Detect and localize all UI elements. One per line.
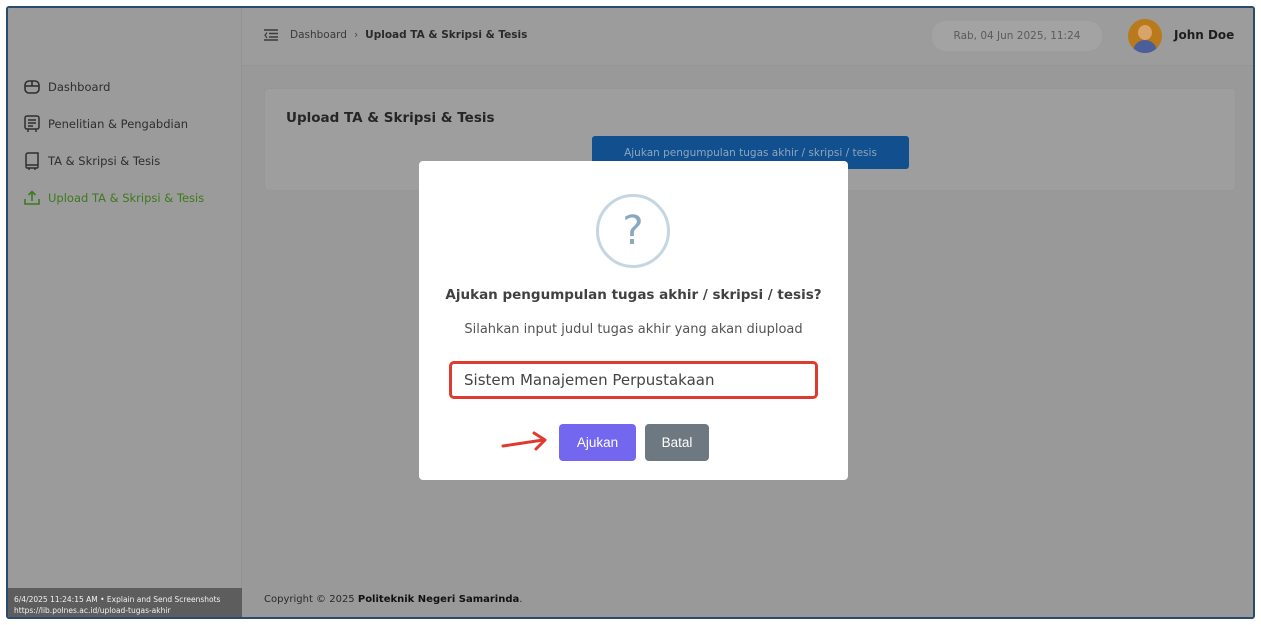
avatar-body bbox=[1133, 40, 1157, 53]
sidebar-item-upload[interactable]: Upload TA & Skripsi & Tesis bbox=[22, 189, 204, 207]
user-name[interactable]: John Doe bbox=[1174, 28, 1234, 42]
breadcrumb: Dashboard › Upload TA & Skripsi & Tesis bbox=[264, 29, 527, 41]
thesis-icon bbox=[22, 152, 42, 170]
confirm-dialog: ? Ajukan pengumpulan tugas akhir / skrip… bbox=[419, 161, 848, 480]
breadcrumb-separator: › bbox=[353, 29, 359, 41]
page-title: Upload TA & Skripsi & Tesis bbox=[286, 110, 495, 126]
sidebar-item-label: TA & Skripsi & Tesis bbox=[48, 154, 161, 168]
datetime-badge: Rab, 04 Jun 2025, 11:24 bbox=[932, 21, 1102, 51]
avatar-head bbox=[1138, 25, 1152, 40]
screenshot-info-overlay: 6/4/2025 11:24:15 AM • Explain and Send … bbox=[8, 588, 246, 617]
sidebar-item-penelitian[interactable]: Penelitian & Pengabdian bbox=[22, 115, 204, 133]
breadcrumb-current: Upload TA & Skripsi & Tesis bbox=[365, 29, 528, 41]
sidebar-item-label: Penelitian & Pengabdian bbox=[48, 117, 189, 131]
dashboard-icon bbox=[22, 78, 42, 96]
top-navbar: Dashboard › Upload TA & Skripsi & Tesis … bbox=[242, 8, 1253, 66]
sidebar-nav: Dashboard Penelitian & Pengabdian TA & S… bbox=[22, 78, 204, 226]
cancel-button[interactable]: Batal bbox=[645, 424, 709, 461]
dialog-title: Ajukan pengumpulan tugas akhir / skripsi… bbox=[445, 287, 822, 303]
sidebar: Dashboard Penelitian & Pengabdian TA & S… bbox=[8, 8, 246, 617]
dialog-text: Silahkan input judul tugas akhir yang ak… bbox=[464, 322, 803, 337]
footer: Copyright © 2025 Politeknik Negeri Samar… bbox=[264, 594, 522, 605]
avatar[interactable] bbox=[1128, 19, 1162, 53]
breadcrumb-dashboard[interactable]: Dashboard bbox=[290, 29, 347, 41]
menu-toggle-icon[interactable] bbox=[264, 29, 278, 41]
question-icon: ? bbox=[596, 194, 670, 268]
copyright-suffix: . bbox=[519, 594, 523, 605]
sidebar-item-dashboard[interactable]: Dashboard bbox=[22, 78, 204, 96]
screenshot-timestamp: 6/4/2025 11:24:15 AM • Explain and Send … bbox=[14, 595, 221, 604]
confirm-button[interactable]: Ajukan bbox=[559, 424, 636, 461]
arrow-annotation-icon bbox=[501, 431, 547, 451]
app-window: Dashboard Penelitian & Pengabdian TA & S… bbox=[6, 6, 1255, 619]
sidebar-item-label: Dashboard bbox=[48, 80, 111, 94]
screenshot-url: https://lib.polnes.ac.id/upload-tugas-ak… bbox=[14, 606, 171, 615]
upload-icon bbox=[22, 189, 42, 207]
research-icon bbox=[22, 115, 42, 133]
copyright-text: Copyright © 2025 bbox=[264, 594, 358, 605]
sidebar-item-label: Upload TA & Skripsi & Tesis bbox=[48, 191, 205, 205]
thesis-title-input[interactable] bbox=[449, 361, 818, 399]
copyright-org: Politeknik Negeri Samarinda bbox=[357, 594, 520, 605]
sidebar-item-ta-skripsi[interactable]: TA & Skripsi & Tesis bbox=[22, 152, 204, 170]
